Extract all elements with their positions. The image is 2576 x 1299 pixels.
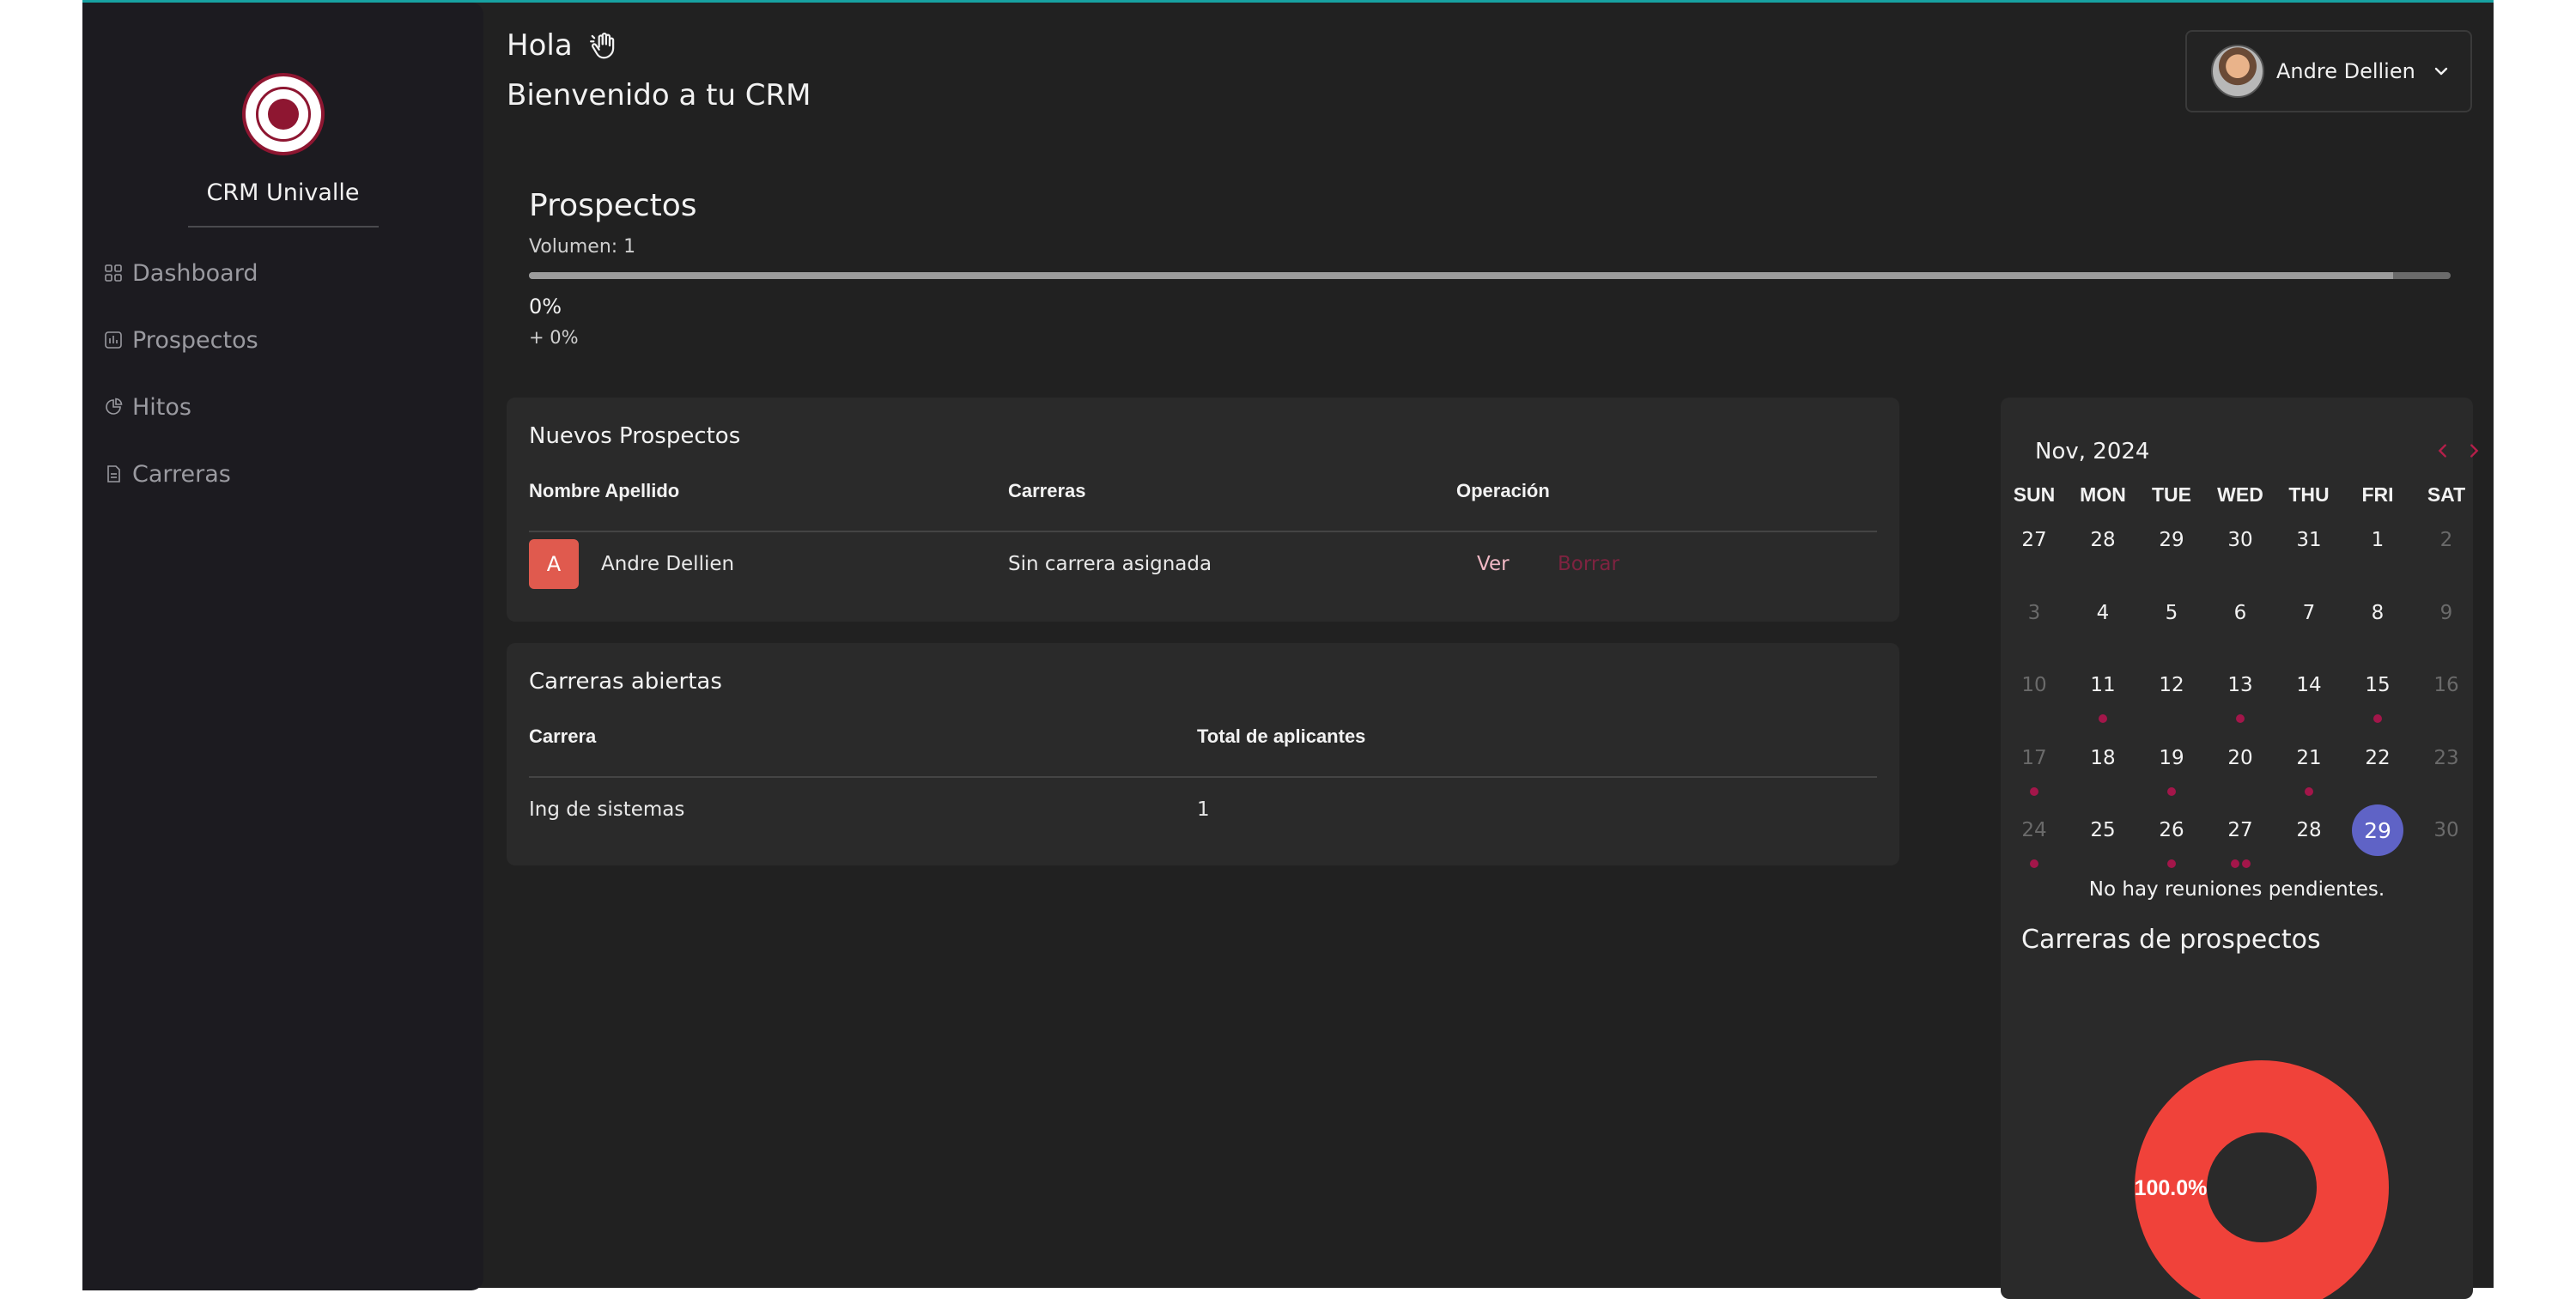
document-icon <box>107 465 120 483</box>
app-window: CRM Univalle Dashboard Prospectos Hitos … <box>82 0 2494 1299</box>
prospectos-title: Prospectos <box>529 188 697 223</box>
calendar-chart-card: Nov, 2024 SUN MON TUE WED THU FRI SAT 27 28 29 30 3… <box>2001 398 2479 1299</box>
slice-label: 100.0% <box>2135 1176 2208 1200</box>
sidebar-item-label: Carreras <box>132 460 231 488</box>
chart-bars-icon <box>105 331 122 349</box>
column-header-applicants: Total de aplicantes <box>1197 725 1366 747</box>
volume-text: Volumen: 1 <box>529 236 636 258</box>
welcome-text: Bienvenido a tu CRM <box>507 78 811 112</box>
view-button[interactable]: Ver <box>1477 553 1510 575</box>
column-header-careers: Carreras <box>1008 480 1086 501</box>
prospect-avatar: A <box>529 539 579 589</box>
card-title: Nuevos Prospectos <box>529 423 741 449</box>
divider <box>529 776 1877 778</box>
progress-fill <box>529 272 2393 279</box>
divider <box>188 226 379 228</box>
career-name: Ing de sistemas <box>529 798 685 821</box>
prospectos-progress-bar <box>529 272 2451 279</box>
delete-button[interactable]: Borrar <box>1558 553 1619 575</box>
career-donut-chart: 100.0% <box>2135 1060 2389 1299</box>
applicant-count: 1 <box>1197 798 1210 821</box>
percent-delta: + 0% <box>529 327 579 348</box>
sidebar-item-dashboard[interactable]: Dashboard <box>103 254 258 292</box>
card-title: Carreras abiertas <box>529 669 722 695</box>
sidebar-item-prospectos[interactable]: Prospectos <box>103 321 258 359</box>
dashboard-icon <box>105 264 122 282</box>
sidebar-item-label: Prospectos <box>132 326 258 354</box>
univalle-logo <box>242 73 325 155</box>
divider <box>529 531 1877 532</box>
greeting: Hola <box>507 28 621 63</box>
brand-name: CRM Univalle <box>206 179 360 206</box>
column-header-operation: Operación <box>1456 480 1550 501</box>
prospect-career: Sin carrera asignada <box>1008 553 1212 575</box>
column-header-career: Carrera <box>529 725 597 747</box>
prospect-name: Andre Dellien <box>601 553 735 575</box>
user-name: Andre Dellien <box>2276 59 2415 83</box>
waving-hand-icon <box>589 32 614 59</box>
sidebar-item-hitos[interactable]: Hitos <box>103 388 191 426</box>
sidebar-item-label: Dashboard <box>132 259 258 287</box>
sidebar: CRM Univalle Dashboard Prospectos Hitos … <box>82 3 483 1290</box>
percent-value: 0% <box>529 294 562 319</box>
column-header-name: Nombre Apellido <box>529 480 680 501</box>
user-menu-button[interactable]: Andre Dellien <box>2185 30 2472 112</box>
avatar <box>2211 45 2264 98</box>
pie-icon <box>106 398 123 415</box>
new-prospects-card: Nuevos Prospectos Nombre Apellido Carrer… <box>507 398 1899 622</box>
greeting-text: Hola <box>507 28 573 63</box>
sidebar-item-label: Hitos <box>132 393 191 421</box>
sidebar-item-carreras[interactable]: Carreras <box>103 455 231 493</box>
open-careers-card: Carreras abiertas Carrera Total de aplic… <box>507 643 1899 865</box>
chevron-down-icon <box>2434 67 2448 76</box>
